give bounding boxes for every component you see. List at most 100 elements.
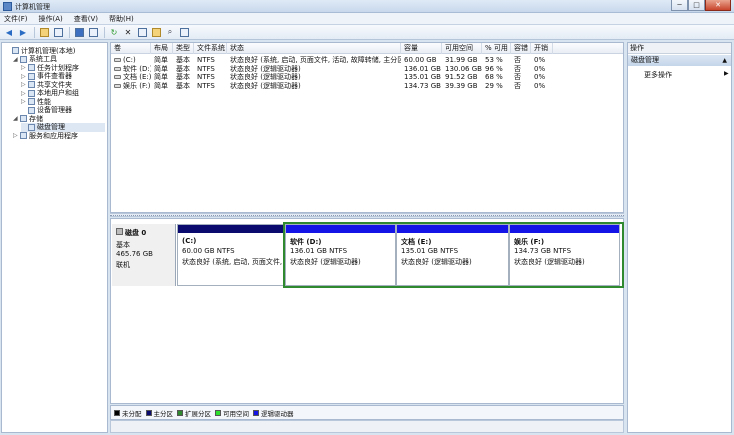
device-icon <box>28 106 35 114</box>
properties-icon[interactable] <box>87 27 99 38</box>
menu-view[interactable]: 查看(V) <box>74 14 98 24</box>
partition-type-bar <box>178 225 284 233</box>
help-icon[interactable] <box>73 27 85 38</box>
legend-swatch <box>177 409 183 416</box>
table-cell-text: (C:) <box>123 56 136 64</box>
show-hide-tree-icon[interactable] <box>52 27 64 38</box>
partition-block[interactable]: (C:) 60.00 GB NTFS 状态良好 (系统, 启动, 页面文件, <box>177 224 285 286</box>
drive-icon <box>114 75 121 79</box>
table-cell: 状态良好 (逻辑驱动器) <box>227 82 401 91</box>
search-icon[interactable]: ⌕ <box>164 27 176 38</box>
performance-icon <box>28 98 35 105</box>
menu-action[interactable]: 操作(A) <box>39 14 63 24</box>
legend-label: 主分区 <box>153 409 174 418</box>
expand-arrow-icon[interactable]: ▷ <box>21 73 27 80</box>
disk-size: 465.76 GB <box>116 250 153 258</box>
table-cell-text: 否 <box>514 56 521 64</box>
check-icon[interactable] <box>136 27 148 38</box>
column-header[interactable]: 布局 <box>151 43 173 54</box>
maximize-button[interactable]: □ <box>688 0 705 11</box>
disk-graphical-view: 磁盘 0 基本 465.76 GB 联机 (C:) 60.00 GB NTFS 状态… <box>110 218 624 404</box>
table-cell-text: 简单 <box>154 73 168 81</box>
minimize-button[interactable]: ─ <box>671 0 688 11</box>
tree-item[interactable]: ▷ 服务和应用程序 <box>13 131 105 140</box>
expand-arrow-icon[interactable]: ▷ <box>21 64 27 71</box>
table-cell-text: 0% <box>534 81 546 90</box>
pane-splitter[interactable] <box>110 213 624 217</box>
table-cell-text: 简单 <box>154 64 168 73</box>
tree-item-label: 服务和应用程序 <box>29 131 78 140</box>
table-cell-text: 状态良好 (逻辑驱动器) <box>230 64 301 73</box>
expand-arrow-icon[interactable]: ▷ <box>21 98 27 105</box>
actions-header: 操作 <box>628 43 731 54</box>
column-header[interactable]: % 可用 <box>482 43 511 54</box>
disk-info[interactable]: 磁盘 0 基本 465.76 GB 联机 <box>112 224 176 286</box>
refresh-icon[interactable]: ↻ <box>108 27 120 38</box>
table-cell-text: 文档 (E:) <box>123 73 151 81</box>
expand-arrow-icon[interactable]: ◢ <box>13 115 19 122</box>
disk-properties-icon[interactable] <box>178 27 190 38</box>
column-header[interactable]: 文件系统 <box>194 43 227 54</box>
close-button[interactable]: ✕ <box>705 0 731 11</box>
table-cell-text: 娱乐 (F:) <box>123 81 151 90</box>
table-cell-text: 简单 <box>154 81 168 90</box>
window-title: 计算机管理 <box>15 3 50 11</box>
partition-name: (C:) <box>182 237 197 245</box>
table-cell-text: 91.52 GB <box>445 73 478 81</box>
actions-pane: 操作 磁盘管理 ▲ 更多操作 ▶ <box>627 42 732 433</box>
users-icon <box>28 89 35 97</box>
table-cell-text: 基本 <box>176 73 190 81</box>
expand-arrow-icon[interactable]: ▷ <box>21 90 27 97</box>
column-header[interactable]: 容错 <box>511 43 531 54</box>
folder-icon <box>28 81 35 88</box>
table-cell-text: 基本 <box>176 56 190 64</box>
horizontal-scrollbar[interactable] <box>110 420 624 433</box>
column-header[interactable]: 类型 <box>173 43 194 54</box>
submenu-arrow-icon: ▶ <box>724 70 729 77</box>
collapse-arrow-icon[interactable]: ▲ <box>722 55 727 66</box>
actions-section-disk-management[interactable]: 磁盘管理 ▲ <box>628 55 731 66</box>
legend-swatch <box>253 409 259 416</box>
table-cell-text: 96 % <box>485 64 503 73</box>
table-cell-text: 0% <box>534 73 546 81</box>
menu-file[interactable]: 文件(F) <box>4 14 28 24</box>
table-cell: 娱乐 (F:) <box>111 82 151 91</box>
delete-icon[interactable]: ✕ <box>122 27 134 38</box>
table-row[interactable]: 娱乐 (F:) 简单 基本 NTFS 状态良好 (逻辑驱动器) 134.73 GB 39.3… <box>111 82 623 91</box>
legend-label: 未分配 <box>122 409 142 418</box>
column-header[interactable]: 可用空间 <box>442 43 482 54</box>
volume-list-header: 卷布局 类型 文件系统 状态 容量 可用空间% 可用 容错 开销 <box>111 43 623 54</box>
column-header[interactable]: 容量 <box>401 43 442 54</box>
computer-management-icon <box>3 2 12 11</box>
table-cell: NTFS <box>194 82 227 91</box>
column-header[interactable]: 开销 <box>531 43 553 54</box>
expand-arrow-icon[interactable]: ▷ <box>21 81 27 88</box>
table-cell-text: 136.01 GB <box>404 64 441 73</box>
table-cell: 29 % <box>482 82 511 91</box>
open-folder-icon[interactable] <box>150 27 162 38</box>
column-header[interactable]: 卷 <box>111 43 151 54</box>
table-cell-text: 否 <box>514 64 521 73</box>
column-header[interactable]: 状态 <box>227 43 401 54</box>
table-cell-text: NTFS <box>197 81 215 90</box>
legend-label: 扩展分区 <box>185 409 211 418</box>
expand-arrow-icon[interactable]: ◢ <box>13 56 19 63</box>
window-controls: ─ □ ✕ <box>671 0 731 12</box>
table-cell-text: 0% <box>534 56 546 64</box>
table-cell-text: 135.01 GB <box>404 73 441 81</box>
more-actions-link[interactable]: 更多操作 ▶ <box>644 70 729 80</box>
up-folder-icon[interactable] <box>38 27 50 38</box>
table-cell-text: 29 % <box>485 81 503 90</box>
forward-icon[interactable]: ▶ <box>17 27 29 38</box>
title-bar: 计算机管理 ─ □ ✕ <box>0 0 734 13</box>
table-cell-text: 软件 (D:) <box>123 64 151 73</box>
disk-status: 联机 <box>116 261 130 269</box>
table-cell-text: 134.73 GB <box>404 81 441 90</box>
table-cell-text: NTFS <box>197 73 215 81</box>
volume-list: 卷布局 类型 文件系统 状态 容量 可用空间% 可用 容错 开销 (C:) 简单 基本 NTFS 状态… <box>110 42 624 213</box>
legend-swatch <box>145 409 152 416</box>
back-icon[interactable]: ◀ <box>3 27 15 38</box>
expand-arrow-icon[interactable]: ▷ <box>13 132 19 139</box>
menu-help[interactable]: 帮助(H) <box>109 14 134 24</box>
more-actions-label: 更多操作 <box>644 71 672 79</box>
